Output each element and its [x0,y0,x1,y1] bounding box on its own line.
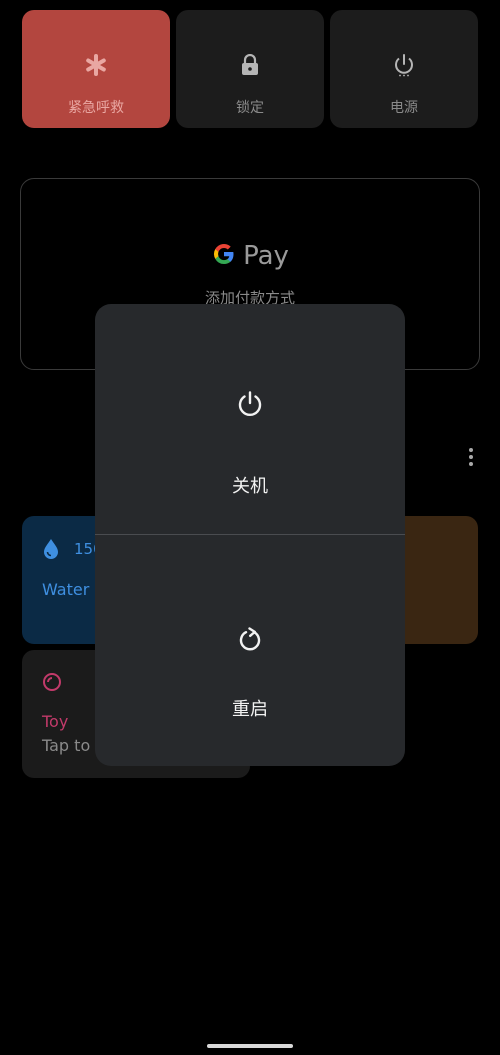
pay-wordmark: Pay [243,241,289,271]
restart-button[interactable]: 重启 [95,535,405,766]
google-g-icon [211,241,237,271]
shutdown-label: 关机 [232,476,268,497]
emergency-call-tile[interactable]: 紧急呼救 [22,10,170,128]
power-menu-screen: 紧急呼救 锁定 电源 Pay 添加付款方式 150 Water Toy Tap … [0,0,500,1055]
toy-subtitle: Tap to [42,736,91,755]
restart-icon [236,625,264,653]
power-tile[interactable]: 电源 [330,10,478,128]
lockdown-label: 锁定 [236,100,264,116]
water-drop-icon [42,538,60,564]
more-options-icon[interactable] [466,448,476,468]
power-icon [236,390,264,418]
shutdown-button[interactable]: 关机 [95,304,405,534]
power-icon [392,53,416,77]
power-options-dialog: 关机 重启 [95,304,405,766]
water-title: Water [42,580,90,599]
toy-title: Toy [42,712,69,731]
toy-ring-icon [42,672,62,696]
lock-icon [238,53,262,77]
power-label: 电源 [390,100,418,116]
asterisk-icon [84,53,108,77]
gpay-logo: Pay [21,241,479,271]
restart-label: 重启 [232,699,268,720]
emergency-call-label: 紧急呼救 [68,100,124,116]
lockdown-tile[interactable]: 锁定 [176,10,324,128]
gesture-nav-handle[interactable] [207,1044,293,1048]
